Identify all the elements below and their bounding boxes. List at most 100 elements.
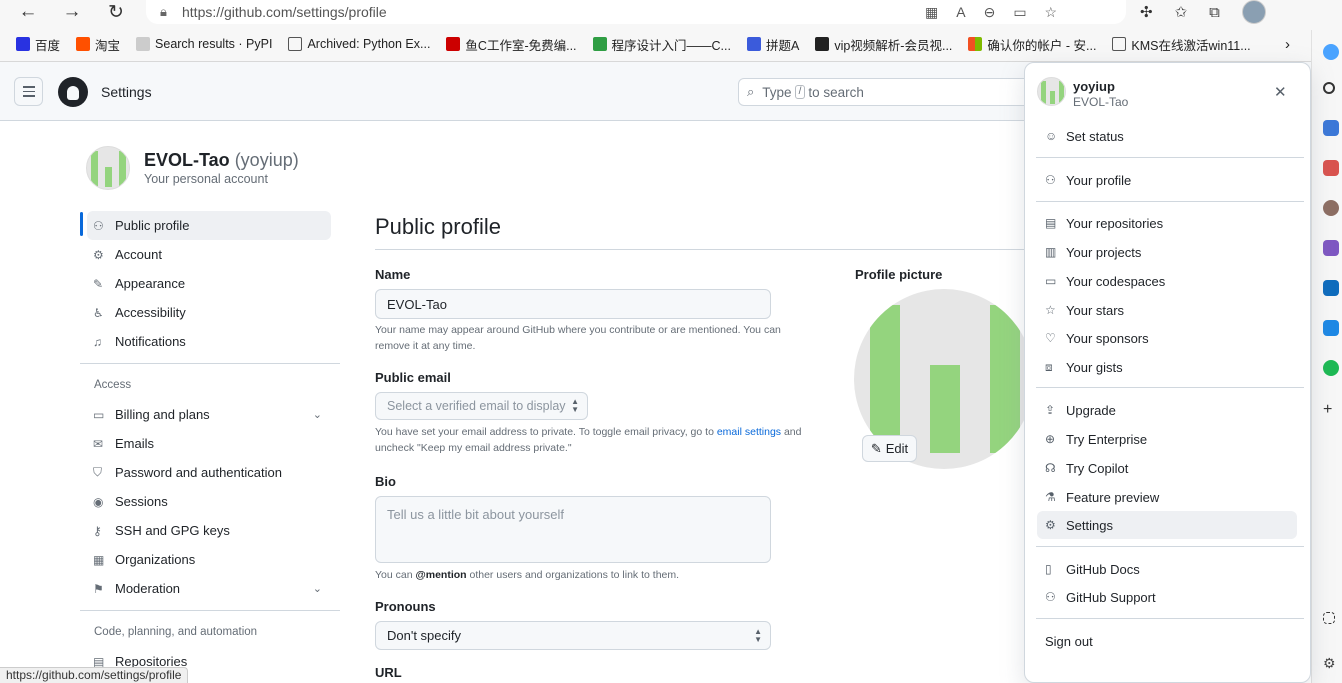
menu-item-your-codespaces[interactable]: ▭ Your codespaces [1037, 267, 1297, 295]
sidebar-item-accessibility[interactable]: ♿︎ Accessibility [80, 298, 340, 327]
browser-actions: ✣ ✩ ⧉ [1140, 0, 1266, 24]
screenshot-icon[interactable] [1323, 612, 1335, 624]
divider [1036, 157, 1304, 158]
gear-icon[interactable]: ⚙ [1323, 655, 1339, 671]
bookmark-item[interactable]: 拼题A [746, 35, 799, 54]
menu-item-github-support[interactable]: ⚇ GitHub Support [1037, 583, 1297, 611]
public-email-select[interactable]: Select a verified email to display ▲ ▼ [375, 392, 588, 420]
account-subtitle: Your personal account [144, 172, 268, 186]
search-icon: ⌕ [747, 84, 755, 99]
name-label: Name [375, 267, 411, 282]
menu-item-upgrade[interactable]: ⇪ Upgrade [1037, 396, 1297, 424]
add-icon[interactable]: + [1323, 402, 1339, 418]
menu-item-your-profile[interactable]: ⚇ Your profile [1037, 166, 1297, 194]
sidebar-item-organizations[interactable]: ▦ Organizations [80, 545, 340, 574]
pronouns-select[interactable]: Don't specify ▲ ▼ [375, 621, 771, 650]
menu-item-settings[interactable]: ⚙ Settings [1037, 511, 1297, 539]
page-title: Public profile [375, 214, 501, 239]
sidebar-item-public-profile[interactable]: ⚇ Public profile [87, 211, 331, 240]
tools-icon[interactable] [1323, 160, 1339, 176]
globe-icon: ⊕ [1045, 432, 1056, 446]
people-icon[interactable] [1323, 200, 1339, 216]
sidebar-item-notifications[interactable]: ♫ Notifications [80, 327, 340, 356]
settings-sidebar: ⚇ Public profile ⚙ Account ✎ Appearance ♿︎ A… [80, 211, 340, 676]
menu-item-feature-preview[interactable]: ⚗ Feature preview [1037, 483, 1297, 511]
browser-toolbar: ← → ↻ 🔒︎ https://github.com/settings/pro… [0, 0, 1342, 62]
browser-profile-avatar[interactable] [1241, 0, 1266, 24]
bookmark-item[interactable]: 鱼C工作室-免费编... [446, 35, 577, 54]
bio-textarea[interactable]: Tell us a little bit about yourself [375, 496, 771, 563]
chevron-right-icon[interactable]: › [1285, 36, 1290, 53]
divider [1036, 546, 1304, 547]
gear-icon: ⚙ [93, 247, 104, 262]
sidebar-item-sessions[interactable]: ◉ Sessions [80, 487, 340, 516]
broadcast-icon: ◉ [93, 494, 104, 509]
search-input[interactable]: ⌕ Type / to search [738, 78, 1038, 106]
email-settings-link[interactable]: email settings [717, 426, 781, 438]
split-screen-icon[interactable]: ▭ [1013, 4, 1026, 21]
outlook-icon[interactable] [1323, 280, 1339, 296]
bookmark-item[interactable]: 确认你的帐户 - 安... [968, 35, 1096, 54]
address-text: https://github.com/settings/profile [182, 4, 387, 20]
zoom-out-icon[interactable]: ⊖ [984, 4, 996, 21]
send-icon[interactable] [1323, 320, 1339, 336]
bookmark-item[interactable]: 淘宝 [76, 35, 120, 54]
apps-icon[interactable]: ▦ [925, 4, 938, 21]
bookmark-item[interactable]: vip视频解析-会员视... [815, 35, 952, 54]
bookmark-item[interactable]: 程序设计入门——C... [592, 35, 731, 54]
heart-icon: ♡ [1045, 331, 1056, 345]
menu-item-try-enterprise[interactable]: ⊕ Try Enterprise [1037, 425, 1297, 453]
favorite-icon[interactable]: ☆ [1045, 4, 1058, 21]
name-field[interactable]: EVOL-Tao [375, 289, 771, 319]
menu-item-try-copilot[interactable]: ☊ Try Copilot [1037, 454, 1297, 482]
bookmark-item[interactable]: Archived: Python Ex... [288, 37, 430, 51]
office-icon[interactable] [1323, 240, 1339, 256]
collections-icon[interactable]: ⧉ [1209, 4, 1220, 21]
sidebar-item-appearance[interactable]: ✎ Appearance [80, 269, 340, 298]
spotify-icon[interactable] [1323, 360, 1339, 376]
search-icon[interactable] [1323, 82, 1335, 94]
bookmark-favicon-icon [76, 37, 91, 51]
account-name[interactable]: EVOL-Tao (yoyiup) [144, 150, 299, 171]
back-icon[interactable]: ← [13, 0, 43, 24]
sidebar-item-ssh-gpg[interactable]: ⚷ SSH and GPG keys [80, 516, 340, 545]
bio-label: Bio [375, 474, 396, 489]
bookmark-item[interactable]: 百度 [16, 35, 60, 54]
accessibility-icon: ♿︎ [93, 305, 104, 320]
menu-item-your-repositories[interactable]: ▤ Your repositories [1037, 209, 1297, 237]
menu-item-sign-out[interactable]: Sign out [1037, 627, 1297, 655]
read-aloud-icon[interactable]: A [956, 4, 965, 20]
edit-picture-button[interactable]: ✎ Edit [862, 435, 917, 462]
codespaces-icon: ▭ [1045, 274, 1057, 288]
bookmark-item[interactable]: Search results · PyPI [136, 37, 272, 51]
email-help-text: You have set your email address to priva… [375, 426, 802, 454]
paintbrush-icon: ✎ [93, 276, 104, 291]
sidebar-item-emails[interactable]: ✉ Emails [80, 429, 340, 458]
copilot-icon[interactable] [1323, 44, 1339, 60]
menu-item-github-docs[interactable]: ▯ GitHub Docs [1037, 555, 1297, 583]
favorites-icon[interactable]: ✩ [1175, 3, 1188, 21]
sidebar-item-billing[interactable]: ▭ Billing and plans ⌄ [80, 400, 340, 429]
forward-icon[interactable]: → [57, 0, 87, 24]
close-icon[interactable]: ✕ [1274, 83, 1287, 101]
bookmark-item[interactable]: KMS在线激活win11... [1112, 35, 1251, 54]
menu-item-your-gists[interactable]: ⧈ Your gists [1037, 353, 1297, 381]
avatar[interactable] [86, 146, 130, 190]
menu-item-set-status[interactable]: ☺ Set status [1037, 122, 1297, 150]
pencil-icon: ✎ [870, 440, 882, 456]
menu-item-your-projects[interactable]: ▥ Your projects [1037, 238, 1297, 266]
refresh-icon[interactable]: ↻ [101, 0, 131, 24]
upload-icon: ⇪ [1045, 403, 1056, 417]
shopping-icon[interactable] [1323, 120, 1339, 136]
menu-toggle-button[interactable] [14, 77, 43, 106]
bookmarks-bar: 百度 淘宝 Search results · PyPI Archived: Py… [0, 30, 1310, 58]
extensions-icon[interactable]: ✣ [1140, 3, 1153, 21]
sidebar-item-account[interactable]: ⚙ Account [80, 240, 340, 269]
menu-item-your-sponsors[interactable]: ♡ Your sponsors [1037, 324, 1297, 352]
github-logo-icon[interactable] [58, 77, 88, 107]
sidebar-item-moderation[interactable]: ⚑ Moderation ⌄ [80, 574, 340, 603]
divider [80, 363, 340, 364]
menu-item-your-stars[interactable]: ☆ Your stars [1037, 296, 1297, 324]
sidebar-item-password[interactable]: ⛉ Password and authentication [80, 458, 340, 487]
bio-help-text: You can @mention other users and organiz… [375, 569, 680, 581]
